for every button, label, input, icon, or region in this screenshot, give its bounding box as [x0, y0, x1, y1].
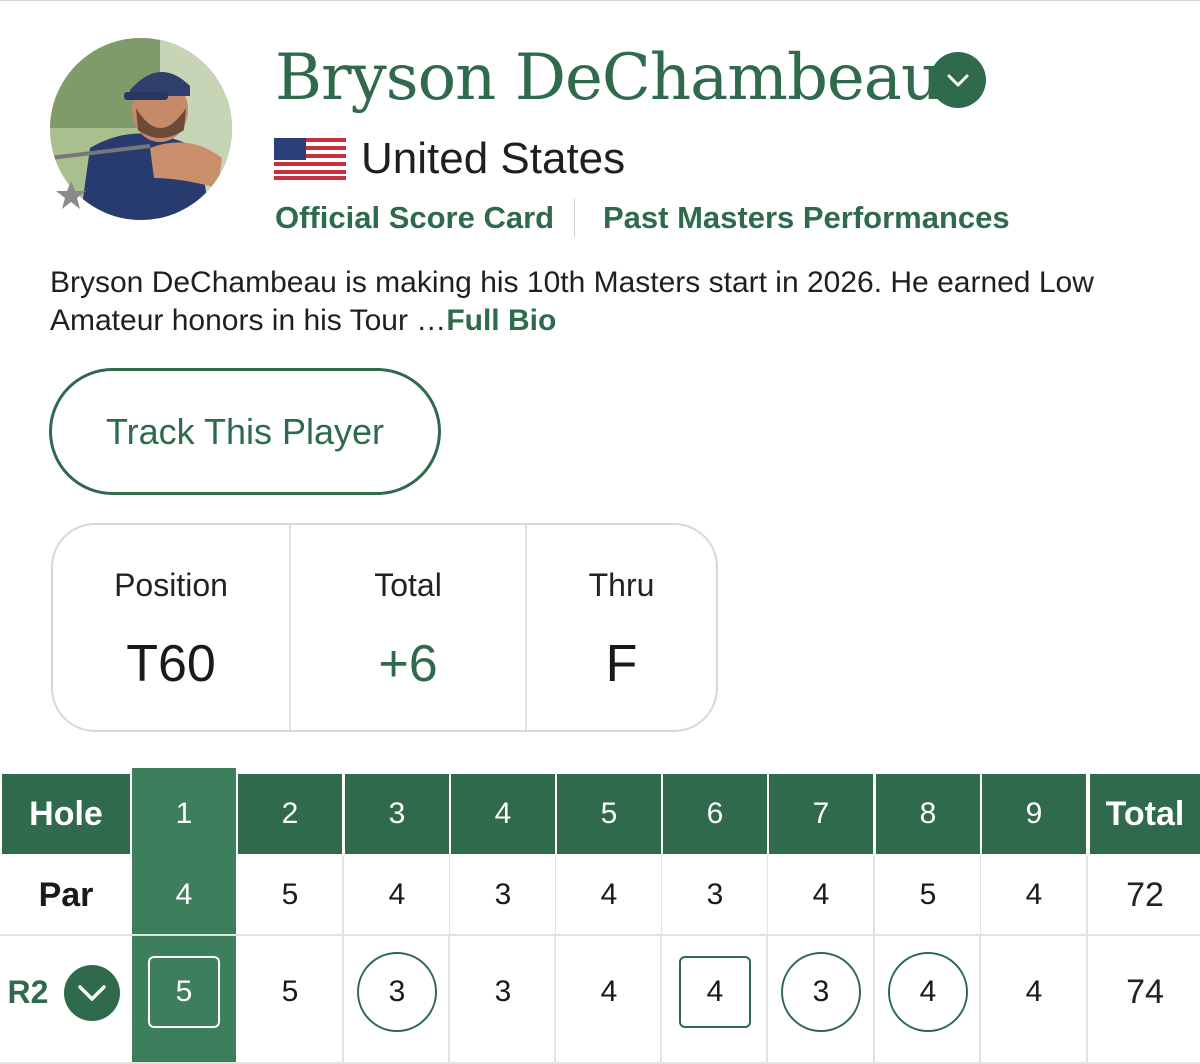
score-cell: 4: [663, 951, 767, 1033]
col-divider: [1086, 856, 1088, 1064]
par-value: 4: [345, 856, 449, 934]
track-player-button[interactable]: Track This Player: [49, 368, 441, 495]
hole-header: 7: [769, 774, 873, 854]
hole-header: 4: [451, 774, 555, 854]
hole-header: 9: [982, 774, 1086, 854]
past-performances-link[interactable]: Past Masters Performances: [603, 198, 1010, 238]
stat-total: Total +6: [291, 525, 527, 730]
score-par: 3: [494, 975, 512, 1008]
chevron-down-icon: [947, 74, 969, 87]
par-value: 5: [238, 856, 342, 934]
hole-header: 5: [557, 774, 661, 854]
stat-value: T60: [126, 635, 216, 693]
score-bogey: 5: [148, 956, 220, 1028]
chevron-down-icon: [78, 985, 106, 1001]
par-value: 4: [769, 856, 873, 934]
player-bio: Bryson DeChambeau is making his 10th Mas…: [50, 264, 1160, 340]
link-divider: [574, 199, 575, 237]
bio-text: Bryson DeChambeau is making his 10th Mas…: [50, 266, 1094, 337]
hole-header: 1: [175, 797, 193, 830]
hole-header: 3: [345, 774, 449, 854]
score-cell: 3: [451, 951, 555, 1033]
par-label: Par: [2, 856, 130, 934]
hole-header: 2: [238, 774, 342, 854]
score-bogey: 4: [679, 956, 751, 1028]
par-value: 4: [175, 878, 193, 911]
hole-header: 6: [663, 774, 767, 854]
official-scorecard-link[interactable]: Official Score Card: [275, 198, 554, 238]
score-cell: 4: [557, 951, 661, 1033]
stat-label: Position: [114, 567, 228, 603]
score-par: 4: [600, 975, 618, 1008]
stat-thru: Thru F: [527, 525, 716, 730]
par-total: 72: [1090, 856, 1200, 934]
us-flag-icon: [274, 138, 346, 180]
par-value: 3: [451, 856, 555, 934]
par-value: 5: [876, 856, 980, 934]
score-par: 4: [1025, 975, 1043, 1008]
score-cell: 3: [769, 951, 873, 1033]
hole-header: 8: [876, 774, 980, 854]
score-par: 5: [281, 975, 299, 1008]
stat-label: Total: [374, 567, 442, 603]
stat-position: Position T60: [53, 525, 291, 730]
score-cell: 3: [345, 951, 449, 1033]
score-cell: 4: [876, 951, 980, 1033]
score-cell: 5: [132, 951, 236, 1033]
round-label: R2: [7, 973, 49, 1010]
stat-label: Thru: [588, 567, 655, 603]
player-name: Bryson DeChambeau: [275, 41, 942, 115]
round-dropdown-button[interactable]: [64, 965, 120, 1021]
score-cell: 4: [982, 951, 1086, 1033]
stat-value: +6: [378, 635, 438, 693]
stats-card: Position T60 Total +6 Thru F: [51, 523, 718, 732]
round-total: 74: [1126, 972, 1164, 1011]
stat-value: F: [605, 635, 638, 693]
par-value: 4: [557, 856, 661, 934]
par-value: 4: [982, 856, 1086, 934]
total-header: Total: [1090, 774, 1200, 854]
col-divider: [873, 856, 875, 1064]
col-divider: [342, 856, 344, 1064]
player-dropdown-button[interactable]: [930, 52, 986, 108]
par-value: 3: [663, 856, 767, 934]
score-birdie: 3: [357, 952, 437, 1032]
score-birdie: 4: [888, 952, 968, 1032]
star-icon[interactable]: [54, 178, 88, 212]
full-bio-link[interactable]: Full Bio: [446, 304, 556, 337]
score-birdie: 3: [781, 952, 861, 1032]
score-cell: 5: [238, 951, 342, 1033]
top-divider: [0, 0, 1200, 1]
player-country: United States: [361, 134, 626, 183]
hole-header-label: Hole: [2, 774, 130, 854]
row-divider: [0, 934, 1200, 936]
